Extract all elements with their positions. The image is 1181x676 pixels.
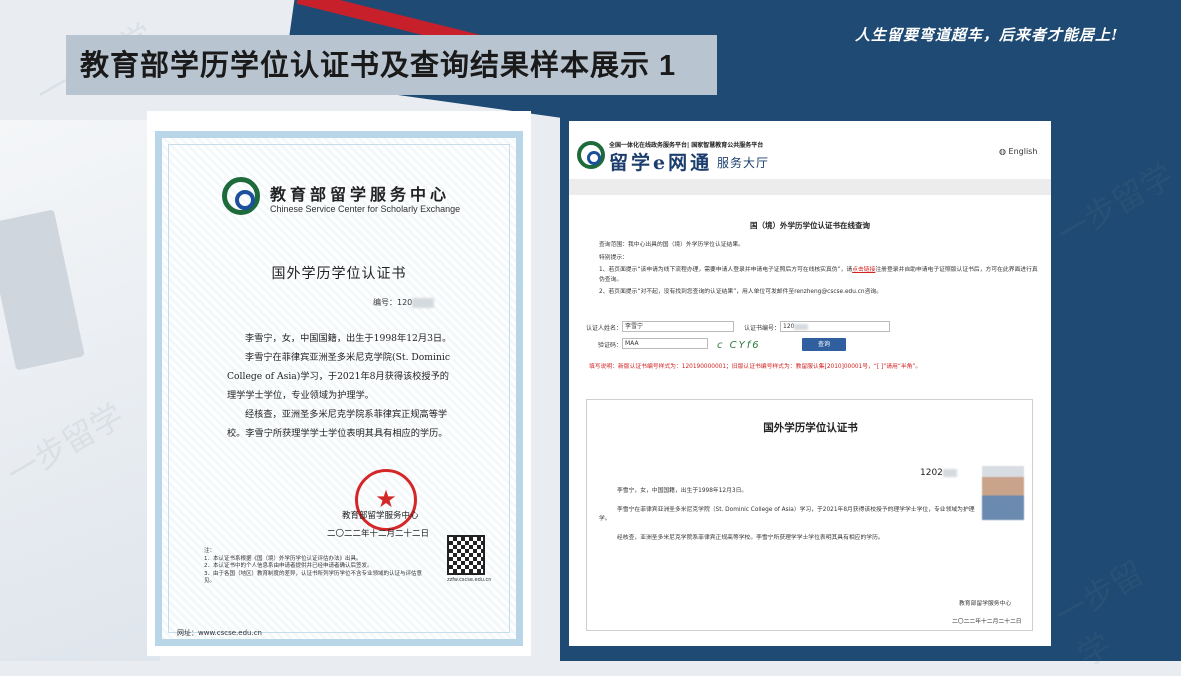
slogan: 人生留要弯道超车，后来者才能居上! — [855, 26, 1119, 44]
name-label: 认证人姓名： — [586, 325, 623, 332]
redacted-number — [794, 323, 809, 330]
qr-caption: zzfw.cscse.edu.cn — [447, 577, 492, 583]
query-result-panel: 国外学历学位认证书 1202 李雪宁，女，中国国籍，出生于1998年12月3日。… — [586, 399, 1033, 631]
page-title: 教育部学历学位认证书及查询结果样本展示 1 — [80, 50, 677, 82]
certificate-url: 网址：www.cscse.edu.cn — [177, 629, 262, 637]
certificate-org-name: 教育部留学服务中心 — [270, 185, 451, 204]
certificate-body: 李雪宁，女，中国国籍，出生于1998年12月3日。 李雪宁在菲律宾亚洲圣多米尼克… — [227, 333, 452, 439]
query-title: 国（境）外学历学位认证书在线查询 — [750, 221, 870, 230]
redacted-number — [942, 468, 957, 477]
result-date: 二〇二二年十二月二十二日 — [952, 619, 1022, 625]
query-button[interactable]: 查询 — [802, 338, 846, 351]
certificate-heading: 国外学历学位认证书 — [271, 266, 407, 282]
certno-label: 认证书编号： — [744, 325, 781, 332]
cscse-logo-icon — [577, 141, 605, 169]
query-screenshot: 全国一体化在线政务服务平台| 国家智慧教育公共服务平台 留学e网通 服务大厅 ◍… — [569, 121, 1051, 646]
language-link[interactable]: ◍ English — [999, 147, 1037, 156]
brand-subtitle: 服务大厅 — [717, 156, 770, 170]
holder-photo — [982, 466, 1024, 520]
result-title: 国外学历学位认证书 — [763, 422, 858, 434]
certificate-signature: 教育部留学服务中心 — [342, 511, 419, 521]
certificate-date: 二〇二二年十二月二十二日 — [327, 529, 430, 539]
result-number: 1202 — [920, 468, 957, 478]
cscse-logo-icon — [222, 177, 260, 215]
register-link[interactable]: 点击链接 — [852, 267, 875, 273]
certificate-number: 编号：120 — [373, 297, 435, 308]
certificate-org-english: Chinese Service Center for Scholarly Exc… — [270, 204, 461, 214]
redacted-number — [412, 297, 435, 308]
qr-code — [447, 535, 485, 575]
clipboard-photo-background — [0, 120, 160, 661]
result-signature: 教育部留学服务中心 — [959, 601, 1012, 607]
certno-input[interactable]: 120 — [780, 321, 890, 332]
fill-hint: 填写说明：新版认证书编号样式为：120190000001；旧版认证书编号样式为：… — [589, 364, 922, 370]
query-info: 查询范围：我中心出具的国（境）外学历学位认证结果。 特别提示： 1、若页面提示“… — [599, 242, 1038, 295]
certificate-image: 教育部留学服务中心 Chinese Service Center for Sch… — [147, 111, 531, 656]
red-seal-stamp: ★ — [355, 469, 417, 531]
result-body: 李雪宁，女，中国国籍，出生于1998年12月3日。 李雪宁在菲律宾亚洲圣多米尼克… — [599, 488, 975, 541]
globe-icon: ◍ — [999, 147, 1006, 156]
captcha-label: 验证码： — [598, 342, 623, 349]
brand-name: 留学e网通 — [609, 152, 713, 174]
certificate-notes: 注： 1．本认证书系根据《国（境）外学历学位认证评估办法》出具。 2．本认证书中… — [204, 548, 423, 584]
name-input[interactable]: 李雪宁 — [622, 321, 734, 332]
captcha-image[interactable]: c CYf6 — [717, 340, 761, 351]
captcha-input[interactable]: MAA — [622, 338, 708, 349]
header-band — [569, 179, 1051, 195]
